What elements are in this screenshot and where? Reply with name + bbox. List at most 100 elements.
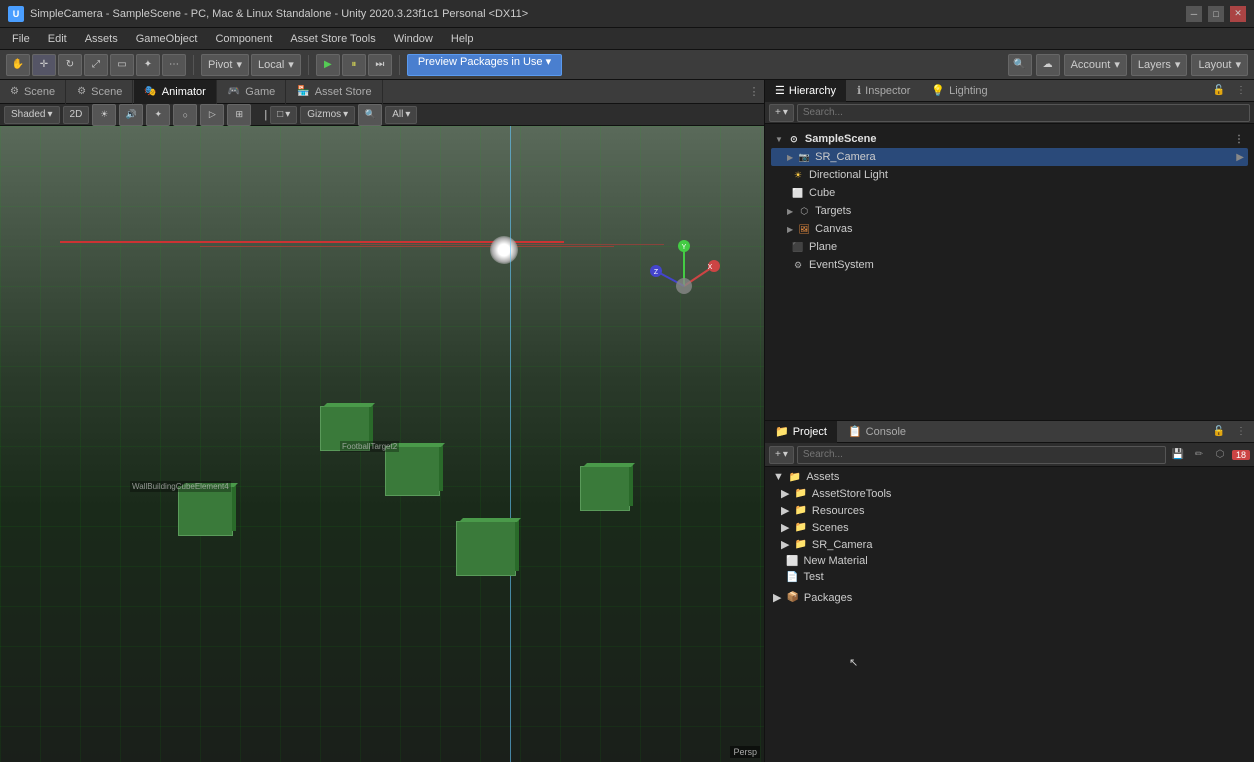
hierarchy-item-targets[interactable]: ▶ ⬡ Targets bbox=[771, 202, 1248, 220]
hierarchy-item-sr-camera[interactable]: ▶ 📷 SR_Camera ▶ bbox=[771, 148, 1248, 166]
shading-mode-dropdown[interactable]: Shaded ▾ bbox=[4, 106, 60, 124]
hierarchy-lock-button[interactable]: 🔓 bbox=[1210, 82, 1228, 100]
scene-tab-2[interactable]: ⚙ Scene bbox=[67, 80, 133, 104]
app-icon: U bbox=[8, 6, 24, 22]
hand-tool[interactable]: ✋ bbox=[6, 54, 30, 76]
project-add-button[interactable]: + ▾ bbox=[769, 446, 794, 464]
local-dropdown[interactable]: Local ▾ bbox=[251, 54, 301, 76]
layout-label: Layout bbox=[1198, 59, 1231, 71]
menu-gameobject[interactable]: GameObject bbox=[128, 31, 206, 47]
transform-tool[interactable]: ✦ bbox=[136, 54, 160, 76]
menu-help[interactable]: Help bbox=[443, 31, 482, 47]
assetstoretools-folder[interactable]: ▶ 📁 AssetStoreTools bbox=[769, 485, 1250, 502]
menu-assets[interactable]: Assets bbox=[77, 31, 126, 47]
pivot-dropdown[interactable]: Pivot ▾ bbox=[201, 54, 249, 76]
menu-bar: File Edit Assets GameObject Component As… bbox=[0, 28, 1254, 50]
assetstoretools-icon: 📁 bbox=[794, 488, 806, 499]
menu-file[interactable]: File bbox=[4, 31, 38, 47]
tab-options-button[interactable]: ⋮ bbox=[744, 82, 764, 102]
project-tab-bar: 📁 Project 📋 Console 🔓 ⋮ bbox=[765, 421, 1254, 443]
project-lock-button[interactable]: 🔓 bbox=[1210, 423, 1228, 441]
assets-root-item[interactable]: ▼ 📁 Assets bbox=[769, 469, 1250, 485]
asset-store-tab[interactable]: 🏪 Asset Store bbox=[287, 80, 382, 104]
overlay-toggle[interactable]: ⊞ bbox=[227, 104, 251, 126]
light-toggle[interactable]: ☀ bbox=[92, 104, 116, 126]
resources-folder[interactable]: ▶ 📁 Resources bbox=[769, 502, 1250, 519]
project-edit-icon[interactable]: ✏ bbox=[1190, 446, 1208, 464]
cloud-icon-btn[interactable]: ☁ bbox=[1036, 54, 1060, 76]
menu-component[interactable]: Component bbox=[207, 31, 280, 47]
anim-toggle[interactable]: ▷ bbox=[200, 104, 224, 126]
hierarchy-add-button[interactable]: + ▾ bbox=[769, 104, 794, 122]
rect-tool[interactable]: ▭ bbox=[110, 54, 134, 76]
search-scene-icon[interactable]: 🔍 bbox=[358, 104, 382, 126]
hierarchy-search-input[interactable] bbox=[797, 104, 1250, 122]
project-tab[interactable]: 📁 Project bbox=[765, 421, 837, 443]
orientation-gizmo[interactable]: X Y Z bbox=[644, 236, 724, 326]
minimize-button[interactable]: ─ bbox=[1186, 6, 1202, 22]
right-top: ☰ Hierarchy ℹ Inspector 💡 Lighting 🔓 ⋮ bbox=[765, 80, 1254, 421]
search-icon-btn[interactable]: 🔍 bbox=[1008, 54, 1032, 76]
hierarchy-scene-options[interactable]: ⋮ bbox=[1234, 134, 1244, 145]
menu-assetstoretools[interactable]: Asset Store Tools bbox=[282, 31, 383, 47]
sr-camera-options[interactable]: ▶ bbox=[1236, 152, 1244, 163]
window-controls[interactable]: ─ □ ✕ bbox=[1186, 6, 1246, 22]
move-tool[interactable]: ✛ bbox=[32, 54, 56, 76]
dimension-toggle[interactable]: 2D bbox=[63, 106, 90, 124]
scene-canvas[interactable]: WallBuildingCubeElement4 FootballTarget2… bbox=[0, 126, 764, 762]
packages-root-item[interactable]: ▶ 📦 Packages bbox=[769, 589, 1250, 606]
layers-dropdown[interactable]: Layers ▾ bbox=[1131, 54, 1188, 76]
menu-edit[interactable]: Edit bbox=[40, 31, 75, 47]
audio-toggle[interactable]: 🔊 bbox=[119, 104, 143, 126]
hierarchy-tab-label: Hierarchy bbox=[789, 85, 836, 97]
game-tab[interactable]: 🎮 Game bbox=[218, 80, 286, 104]
scene-search-dropdown[interactable]: All ▾ bbox=[385, 106, 417, 124]
account-dropdown[interactable]: Account ▾ bbox=[1064, 54, 1127, 76]
project-options-button[interactable]: ⋮ bbox=[1232, 423, 1250, 441]
maximize-button[interactable]: □ bbox=[1208, 6, 1224, 22]
preview-packages-button[interactable]: Preview Packages in Use ▾ bbox=[407, 54, 562, 76]
scale-tool[interactable]: ⤢ bbox=[84, 54, 108, 76]
fx-toggle[interactable]: ✦ bbox=[146, 104, 170, 126]
custom-tool[interactable]: ⋯ bbox=[162, 54, 186, 76]
hierarchy-item-plane[interactable]: ⬛ Plane bbox=[771, 238, 1248, 256]
hierarchy-options-button[interactable]: ⋮ bbox=[1232, 82, 1250, 100]
play-button[interactable]: ▶ bbox=[316, 54, 340, 76]
hierarchy-item-samplescene[interactable]: ▼ ⊙ SampleScene ⋮ bbox=[771, 130, 1248, 148]
hierarchy-item-eventsystem[interactable]: ⚙ EventSystem bbox=[771, 256, 1248, 274]
test-label: Test bbox=[803, 571, 823, 583]
project-save-icon[interactable]: 💾 bbox=[1169, 446, 1187, 464]
add-arrow-icon: ▾ bbox=[783, 107, 788, 118]
test-item[interactable]: 📄 Test bbox=[769, 569, 1250, 585]
resources-triangle: ▶ bbox=[781, 504, 789, 517]
sr-camera-folder[interactable]: ▶ 📁 SR_Camera bbox=[769, 536, 1250, 553]
sr-camera-folder-label: SR_Camera bbox=[812, 539, 873, 551]
animator-tab[interactable]: 🎭 Animator bbox=[134, 80, 216, 104]
scene-tab-1[interactable]: ⚙ Scene bbox=[0, 80, 66, 104]
hierarchy-item-canvas[interactable]: ▶ 🖼 Canvas bbox=[771, 220, 1248, 238]
project-tab-label: Project bbox=[793, 426, 827, 438]
hierarchy-tab[interactable]: ☰ Hierarchy bbox=[765, 80, 846, 102]
hierarchy-item-cube[interactable]: ⬜ Cube bbox=[771, 184, 1248, 202]
aspect-dropdown[interactable]: □ ▾ bbox=[270, 106, 297, 124]
scenes-icon: 📁 bbox=[794, 522, 806, 533]
hierarchy-item-directional-light[interactable]: ☀ Directional Light bbox=[771, 166, 1248, 184]
asset-store-tab-label: Asset Store bbox=[315, 86, 372, 98]
scenes-folder[interactable]: ▶ 📁 Scenes bbox=[769, 519, 1250, 536]
new-material-item[interactable]: ⬜ New Material bbox=[769, 553, 1250, 569]
rotate-tool[interactable]: ↻ bbox=[58, 54, 82, 76]
menu-window[interactable]: Window bbox=[386, 31, 441, 47]
cube-object-5 bbox=[580, 466, 630, 511]
project-search-input[interactable] bbox=[797, 446, 1166, 464]
sky-toggle[interactable]: ○ bbox=[173, 104, 197, 126]
step-button[interactable]: ⏭ bbox=[368, 54, 392, 76]
layout-dropdown[interactable]: Layout ▾ bbox=[1191, 54, 1248, 76]
console-tab[interactable]: 📋 Console bbox=[838, 421, 916, 443]
pivot-group: Pivot ▾ Local ▾ bbox=[201, 54, 301, 76]
gizmos-dropdown[interactable]: Gizmos ▾ bbox=[300, 106, 355, 124]
inspector-tab[interactable]: ℹ Inspector bbox=[847, 80, 920, 102]
close-button[interactable]: ✕ bbox=[1230, 6, 1246, 22]
lighting-tab[interactable]: 💡 Lighting bbox=[921, 80, 997, 102]
project-filter-icon[interactable]: ⬡ bbox=[1211, 446, 1229, 464]
pause-button[interactable]: ⏸ bbox=[342, 54, 366, 76]
